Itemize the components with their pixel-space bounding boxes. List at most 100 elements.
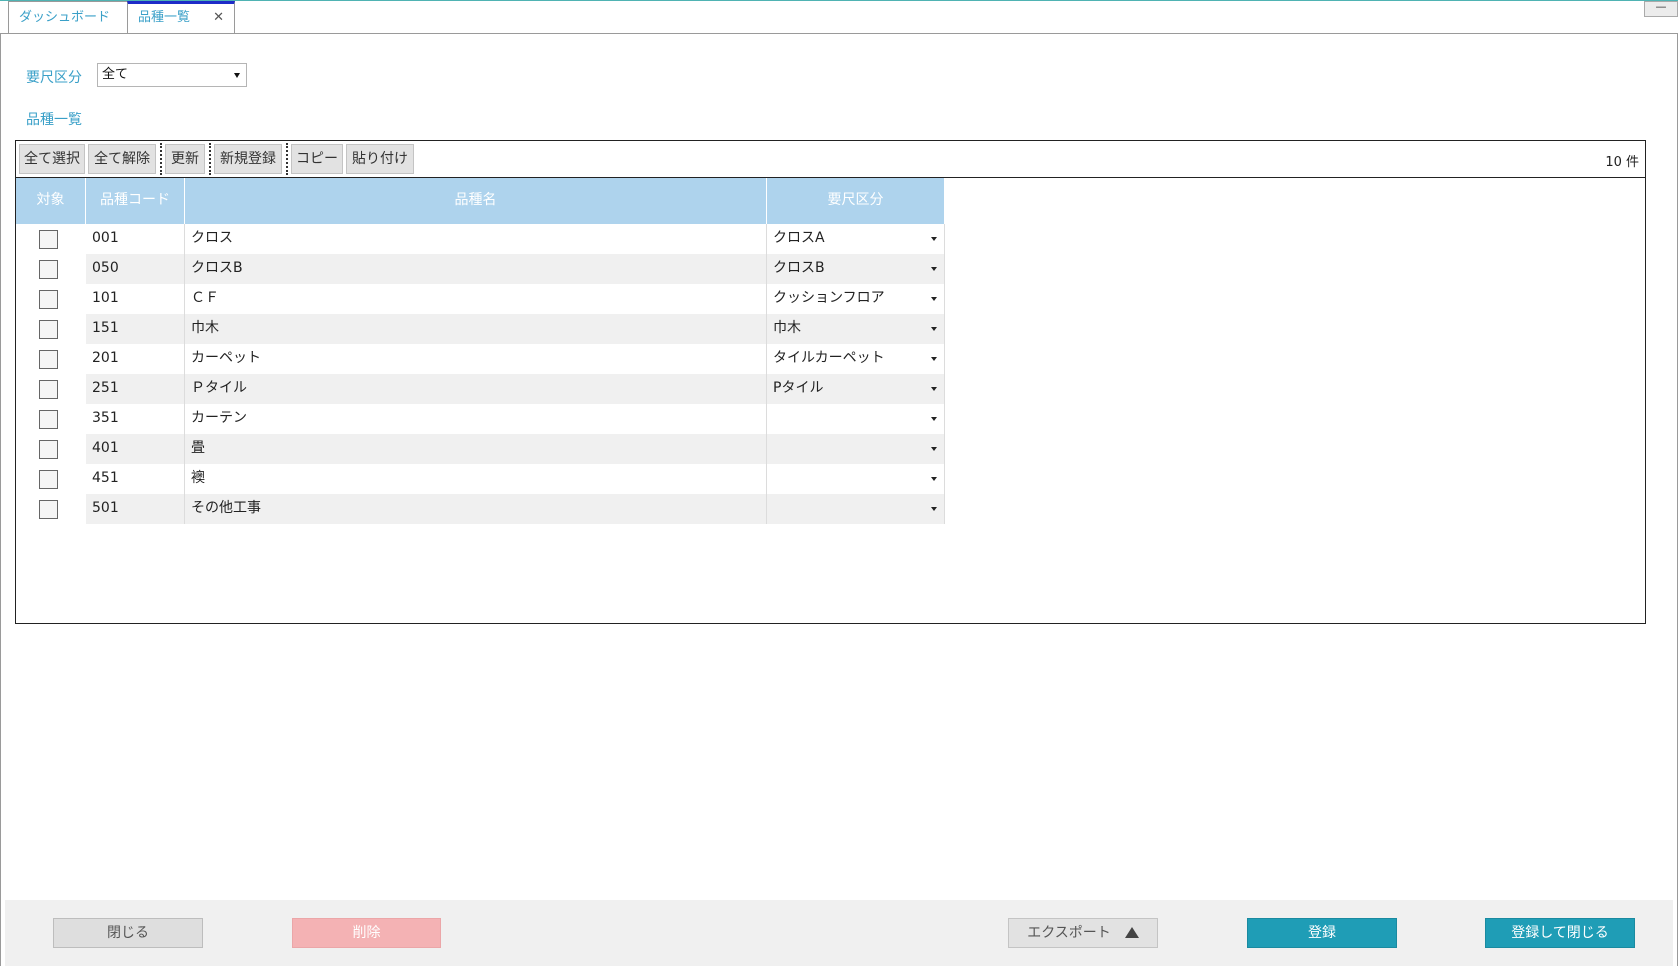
product-code-cell[interactable]: 451 — [86, 464, 185, 494]
category-value: Pタイル — [773, 380, 824, 396]
row-select-cell — [16, 374, 86, 404]
delete-button[interactable]: 削除 — [292, 918, 441, 948]
category-value: タイルカーペット — [773, 350, 885, 366]
row-select-cell — [16, 254, 86, 284]
chevron-down-icon — [234, 73, 240, 78]
product-code-cell[interactable]: 151 — [86, 314, 185, 344]
toolbar-divider — [160, 143, 162, 175]
toolbar-divider — [286, 143, 288, 175]
row-checkbox[interactable] — [39, 290, 58, 309]
product-name-cell[interactable]: クロス — [185, 224, 767, 254]
column-header-category[interactable]: 要尺区分 — [767, 178, 945, 224]
product-code-cell[interactable]: 201 — [86, 344, 185, 374]
column-header-target[interactable]: 対象 — [16, 178, 86, 224]
row-select-cell — [16, 224, 86, 254]
product-name-cell[interactable]: クロスB — [185, 254, 767, 284]
product-name-cell[interactable]: カーペット — [185, 344, 767, 374]
category-dropdown-cell[interactable]: クロスB — [767, 254, 945, 284]
category-dropdown-cell[interactable] — [767, 494, 945, 524]
row-select-cell — [16, 314, 86, 344]
chevron-down-icon[interactable] — [931, 327, 937, 331]
new-register-button[interactable]: 新規登録 — [214, 144, 282, 174]
category-value: クッションフロア — [773, 290, 885, 306]
category-filter-select[interactable]: 全て — [97, 63, 247, 87]
row-select-cell — [16, 404, 86, 434]
row-checkbox[interactable] — [39, 320, 58, 339]
category-value: 巾木 — [773, 320, 801, 336]
product-code-cell[interactable]: 401 — [86, 434, 185, 464]
category-value: クロスA — [773, 230, 825, 246]
category-filter-value: 全て — [102, 67, 129, 82]
tab-dashboard-label: ダッシュボード — [19, 10, 111, 25]
triangle-up-icon — [1124, 927, 1139, 938]
grid-toolbar: 全て選択 全て解除 更新 新規登録 コピー 貼り付け 10 件 — [16, 141, 1645, 178]
product-code-cell[interactable]: 101 — [86, 284, 185, 314]
filter-label: 要尺区分 — [26, 70, 82, 86]
tab-product-list-label: 品種一覧 — [138, 10, 191, 25]
row-checkbox[interactable] — [39, 440, 58, 459]
row-select-cell — [16, 284, 86, 314]
product-code-cell[interactable]: 501 — [86, 494, 185, 524]
chevron-down-icon[interactable] — [931, 417, 937, 421]
chevron-down-icon[interactable] — [931, 507, 937, 511]
chevron-down-icon[interactable] — [931, 237, 937, 241]
product-grid: 全て選択 全て解除 更新 新規登録 コピー 貼り付け 10 件 対象 品種コード… — [15, 140, 1646, 624]
record-count: 10 件 — [1605, 155, 1639, 170]
row-checkbox[interactable] — [39, 350, 58, 369]
category-dropdown-cell[interactable]: タイルカーペット — [767, 344, 945, 374]
product-name-cell[interactable]: カーテン — [185, 404, 767, 434]
chevron-down-icon[interactable] — [931, 447, 937, 451]
category-dropdown-cell[interactable] — [767, 464, 945, 494]
close-button[interactable]: 閉じる — [53, 918, 203, 948]
row-checkbox[interactable] — [39, 380, 58, 399]
category-dropdown-cell[interactable]: Pタイル — [767, 374, 945, 404]
product-code-cell[interactable]: 251 — [86, 374, 185, 404]
category-dropdown-cell[interactable]: クッションフロア — [767, 284, 945, 314]
product-code-cell[interactable]: 351 — [86, 404, 185, 434]
column-header-name[interactable]: 品種名 — [185, 178, 767, 224]
footer-bar: 閉じる 削除 エクスポート 登録 登録して閉じる — [5, 900, 1673, 966]
chevron-down-icon[interactable] — [931, 357, 937, 361]
product-name-cell[interactable]: Ｐタイル — [185, 374, 767, 404]
chevron-down-icon[interactable] — [931, 297, 937, 301]
close-icon[interactable]: ✕ — [213, 4, 224, 32]
row-checkbox[interactable] — [39, 230, 58, 249]
register-button[interactable]: 登録 — [1247, 918, 1397, 948]
row-checkbox[interactable] — [39, 470, 58, 489]
row-select-cell — [16, 494, 86, 524]
product-name-cell[interactable]: その他工事 — [185, 494, 767, 524]
product-name-cell[interactable]: 畳 — [185, 434, 767, 464]
row-select-cell — [16, 434, 86, 464]
product-name-cell[interactable]: 巾木 — [185, 314, 767, 344]
product-code-cell[interactable]: 050 — [86, 254, 185, 284]
paste-button[interactable]: 貼り付け — [346, 144, 414, 174]
row-checkbox[interactable] — [39, 410, 58, 429]
column-header-code[interactable]: 品種コード — [86, 178, 185, 224]
row-checkbox[interactable] — [39, 500, 58, 519]
category-dropdown-cell[interactable] — [767, 434, 945, 464]
tab-dashboard[interactable]: ダッシュボード — [8, 1, 128, 33]
chevron-down-icon[interactable] — [931, 267, 937, 271]
tab-product-list[interactable]: 品種一覧 ✕ — [127, 1, 235, 33]
minimize-button[interactable]: — — [1644, 1, 1678, 17]
toolbar-divider — [209, 143, 211, 175]
row-checkbox[interactable] — [39, 260, 58, 279]
chevron-down-icon[interactable] — [931, 387, 937, 391]
register-and-close-button[interactable]: 登録して閉じる — [1485, 918, 1635, 948]
refresh-button[interactable]: 更新 — [165, 144, 205, 174]
chevron-down-icon[interactable] — [931, 477, 937, 481]
product-name-cell[interactable]: 襖 — [185, 464, 767, 494]
tab-bar: ダッシュボード 品種一覧 ✕ — [0, 1, 1678, 33]
product-code-cell[interactable]: 001 — [86, 224, 185, 254]
category-dropdown-cell[interactable]: クロスA — [767, 224, 945, 254]
export-button[interactable]: エクスポート — [1008, 918, 1158, 948]
category-dropdown-cell[interactable]: 巾木 — [767, 314, 945, 344]
copy-button[interactable]: コピー — [291, 144, 343, 174]
row-select-cell — [16, 344, 86, 374]
category-dropdown-cell[interactable] — [767, 404, 945, 434]
section-title: 品種一覧 — [26, 112, 82, 128]
select-all-button[interactable]: 全て選択 — [19, 144, 85, 174]
deselect-all-button[interactable]: 全て解除 — [88, 144, 156, 174]
row-select-cell — [16, 464, 86, 494]
product-name-cell[interactable]: ＣＦ — [185, 284, 767, 314]
